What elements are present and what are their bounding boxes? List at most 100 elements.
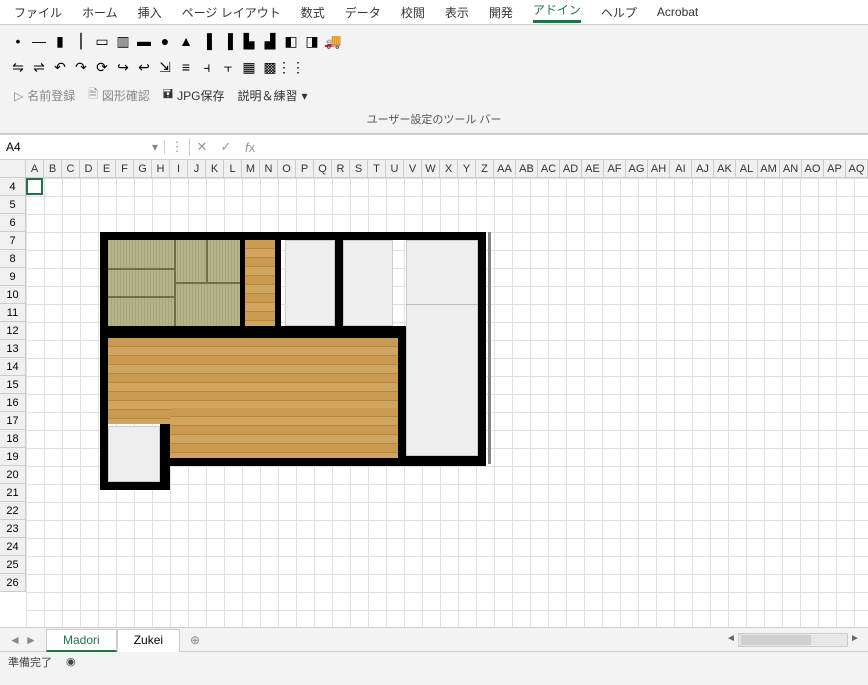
col-header-M[interactable]: M <box>242 160 260 178</box>
menu-ファイル[interactable]: ファイル <box>4 0 72 25</box>
row-header-21[interactable]: 21 <box>0 484 26 502</box>
menu-校閲[interactable]: 校閲 <box>391 0 435 25</box>
col-header-AC[interactable]: AC <box>538 160 560 178</box>
hscroll-right-icon[interactable]: ► <box>848 633 862 647</box>
col-header-U[interactable]: U <box>386 160 404 178</box>
name-box-dropdown-icon[interactable]: ▾ <box>152 140 158 154</box>
name-box[interactable]: ▾ <box>0 140 165 154</box>
redo-icon[interactable]: ↷ <box>73 59 89 75</box>
sheet-nav-next-icon[interactable]: ► <box>24 633 38 647</box>
horizontal-scrollbar[interactable]: ◄ ► <box>210 633 868 647</box>
row-header-17[interactable]: 17 <box>0 412 26 430</box>
col-header-AO[interactable]: AO <box>802 160 824 178</box>
col-header-AK[interactable]: AK <box>714 160 736 178</box>
col-header-AA[interactable]: AA <box>494 160 516 178</box>
row-header-25[interactable]: 25 <box>0 556 26 574</box>
dot-icon[interactable]: • <box>10 33 26 49</box>
row-header-23[interactable]: 23 <box>0 520 26 538</box>
group-icon[interactable]: ⫟ <box>220 59 236 75</box>
cells-area[interactable] <box>26 178 868 627</box>
col-header-K[interactable]: K <box>206 160 224 178</box>
flip-h-icon[interactable]: ⇋ <box>10 59 26 75</box>
col-header-AJ[interactable]: AJ <box>692 160 714 178</box>
truck-icon[interactable]: 🚚 <box>325 33 341 49</box>
grid-small-icon[interactable]: ▦ <box>241 59 257 75</box>
windowed-icon[interactable]: ▥ <box>115 33 131 49</box>
door1-icon[interactable]: ▐ <box>199 33 215 49</box>
row-header-10[interactable]: 10 <box>0 286 26 304</box>
hscroll-left-icon[interactable]: ◄ <box>724 633 738 647</box>
col-header-A[interactable]: A <box>26 160 44 178</box>
door2-icon[interactable]: ▐ <box>220 33 236 49</box>
col-header-O[interactable]: O <box>278 160 296 178</box>
col-header-T[interactable]: T <box>368 160 386 178</box>
menu-開発[interactable]: 開発 <box>479 0 523 25</box>
col-header-AP[interactable]: AP <box>824 160 846 178</box>
row-header-24[interactable]: 24 <box>0 538 26 556</box>
stairs-icon[interactable]: ▙ <box>241 33 257 49</box>
col-header-D[interactable]: D <box>80 160 98 178</box>
box-icon[interactable]: ▭ <box>94 33 110 49</box>
row-header-18[interactable]: 18 <box>0 430 26 448</box>
col-header-B[interactable]: B <box>44 160 62 178</box>
worksheet-grid[interactable]: ABCDEFGHIJKLMNOPQRSTUVWXYZAAABACADAEAFAG… <box>0 160 868 627</box>
triangle-icon[interactable]: ▲ <box>178 33 194 49</box>
row-header-14[interactable]: 14 <box>0 358 26 376</box>
col-header-AQ[interactable]: AQ <box>846 160 868 178</box>
sheet-tab-Zukei[interactable]: Zukei <box>117 629 180 652</box>
col-header-E[interactable]: E <box>98 160 116 178</box>
formula-confirm-icon[interactable]: ✓ <box>214 139 238 155</box>
col-header-I[interactable]: I <box>170 160 188 178</box>
row-header-16[interactable]: 16 <box>0 394 26 412</box>
undo-icon[interactable]: ↶ <box>52 59 68 75</box>
arrow-join-icon[interactable]: ↩ <box>136 59 152 75</box>
pipe-icon[interactable]: ⎮ <box>73 33 89 49</box>
dash-icon[interactable]: — <box>31 33 47 49</box>
col-header-Y[interactable]: Y <box>458 160 476 178</box>
row-header-11[interactable]: 11 <box>0 304 26 322</box>
menu-ホーム[interactable]: ホーム <box>72 0 128 25</box>
square-h-icon[interactable]: ▬ <box>136 33 152 49</box>
col-header-AF[interactable]: AF <box>604 160 626 178</box>
jpg-save-button[interactable]: 🖬 JPG保存 <box>159 83 229 108</box>
col-header-X[interactable]: X <box>440 160 458 178</box>
col-header-C[interactable]: C <box>62 160 80 178</box>
row-header-20[interactable]: 20 <box>0 466 26 484</box>
bar-v-icon[interactable]: ▮ <box>52 33 68 49</box>
toilet-icon[interactable]: ◨ <box>304 33 320 49</box>
circle-icon[interactable]: ● <box>157 33 173 49</box>
floorplan-shape[interactable] <box>100 232 496 498</box>
row-header-26[interactable]: 26 <box>0 574 26 592</box>
col-header-P[interactable]: P <box>296 160 314 178</box>
col-header-AB[interactable]: AB <box>516 160 538 178</box>
menu-数式[interactable]: 数式 <box>291 0 335 25</box>
sheet-nav-prev-icon[interactable]: ◄ <box>8 633 22 647</box>
col-header-AI[interactable]: AI <box>670 160 692 178</box>
menu-ヘルプ[interactable]: ヘルプ <box>591 0 647 25</box>
col-header-AE[interactable]: AE <box>582 160 604 178</box>
row-header-6[interactable]: 6 <box>0 214 26 232</box>
rotate-icon[interactable]: ⟳ <box>94 59 110 75</box>
col-header-Q[interactable]: Q <box>314 160 332 178</box>
col-header-F[interactable]: F <box>116 160 134 178</box>
row-header-4[interactable]: 4 <box>0 178 26 196</box>
stairs2-icon[interactable]: ▟ <box>262 33 278 49</box>
menu-ページ レイアウト[interactable]: ページ レイアウト <box>172 0 291 25</box>
col-header-W[interactable]: W <box>422 160 440 178</box>
col-header-R[interactable]: R <box>332 160 350 178</box>
col-header-L[interactable]: L <box>224 160 242 178</box>
record-macro-icon[interactable]: ◉ <box>66 655 76 668</box>
add-sheet-button[interactable]: ⊕ <box>180 630 210 650</box>
col-header-AN[interactable]: AN <box>780 160 802 178</box>
formula-more-icon[interactable]: ⋮ <box>165 139 189 155</box>
sheet-tab-Madori[interactable]: Madori <box>46 629 117 652</box>
col-header-Z[interactable]: Z <box>476 160 494 178</box>
col-header-G[interactable]: G <box>134 160 152 178</box>
menu-Acrobat[interactable]: Acrobat <box>647 1 708 23</box>
hscroll-track[interactable] <box>738 633 848 647</box>
explain-button[interactable]: 説明＆練習 ▾ <box>233 85 311 106</box>
col-header-V[interactable]: V <box>404 160 422 178</box>
row-header-22[interactable]: 22 <box>0 502 26 520</box>
menu-表示[interactable]: 表示 <box>435 0 479 25</box>
row-header-19[interactable]: 19 <box>0 448 26 466</box>
